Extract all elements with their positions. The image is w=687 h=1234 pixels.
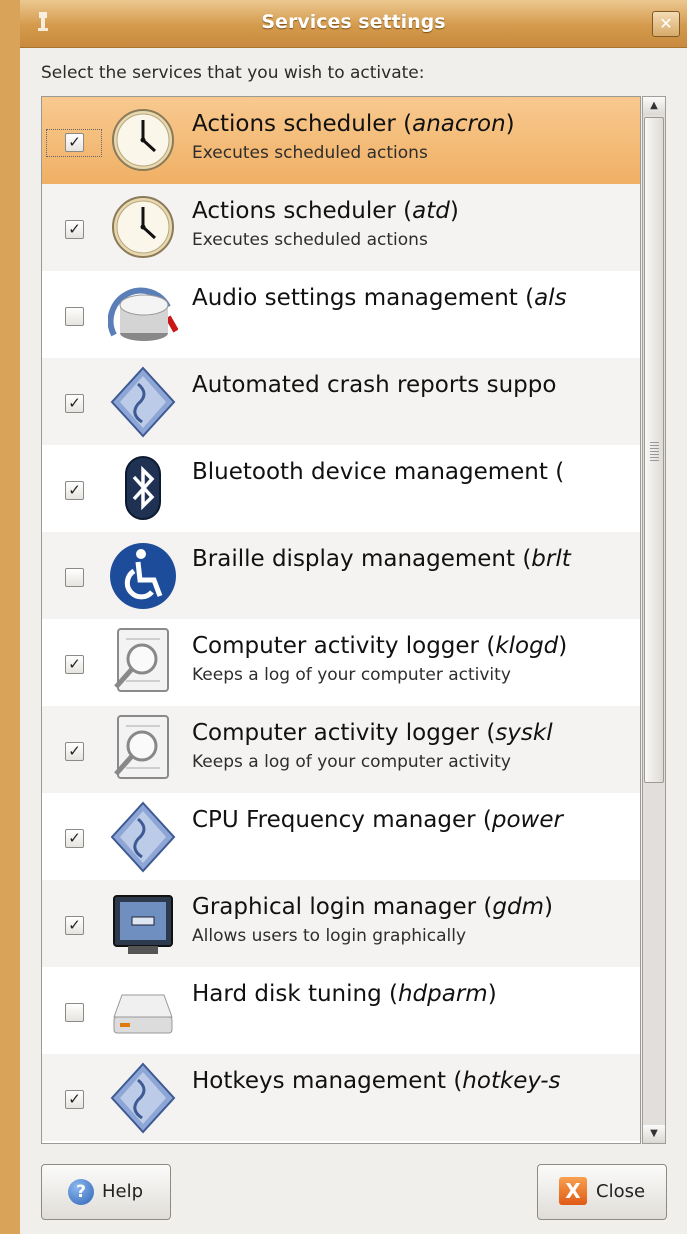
service-title: CPU Frequency manager ( [192, 807, 492, 833]
service-description: Executes scheduled actions [192, 230, 428, 250]
service-title-close: ) [487, 981, 497, 1007]
service-title: Actions scheduler ( [192, 111, 413, 137]
service-name: Computer activity logger (syskl [192, 720, 640, 746]
service-daemon: syskl [495, 720, 553, 746]
service-checkbox[interactable]: ✓ [65, 916, 84, 935]
service-description: Allows users to login graphically [192, 926, 467, 946]
window-title: Services settings [261, 11, 446, 33]
service-row[interactable]: Audio settings management (als [42, 271, 640, 358]
service-description: Keeps a log of your computer activity [192, 665, 511, 685]
scrollbar-thumb[interactable] [644, 117, 664, 783]
hard-disk-icon [108, 973, 178, 1047]
service-row[interactable]: ✓ Computer activity logger (syskl Keeps a … [42, 706, 640, 793]
service-row[interactable]: ✓ Actions scheduler (atd) Executes schedul… [42, 184, 640, 271]
services-settings-window: Services settings ✕ Select the services … [0, 0, 687, 1234]
window-close-button[interactable]: ✕ [652, 11, 680, 37]
service-title: Bluetooth device management ( [192, 459, 565, 485]
vertical-scrollbar[interactable]: ▲ ▼ [642, 96, 666, 1144]
scroll-down-arrow[interactable]: ▼ [643, 1125, 665, 1143]
service-daemon: brlt [531, 546, 571, 572]
service-name: Actions scheduler (atd) [192, 198, 640, 224]
service-name: Computer activity logger (klogd) [192, 633, 640, 659]
service-title: Graphical login manager ( [192, 894, 493, 920]
service-row[interactable]: ✓ Graphical login manager (gdm) Allows use… [42, 880, 640, 967]
service-title: Actions scheduler ( [192, 198, 413, 224]
system-diamond-icon [108, 364, 178, 438]
service-row[interactable]: ✓ Computer activity logger (klogd) Keeps a… [42, 619, 640, 706]
service-name: CPU Frequency manager (power [192, 807, 640, 833]
service-name: Actions scheduler (anacron) [192, 111, 640, 137]
service-row[interactable]: ✓ Actions scheduler (anacron) Executes sch… [42, 97, 640, 184]
close-icon: X [559, 1177, 587, 1205]
service-checkbox[interactable] [65, 1003, 84, 1022]
service-row[interactable]: Hard disk tuning (hdparm) [42, 967, 640, 1054]
service-name: Braille display management (brlt [192, 546, 640, 572]
dialog-body: Select the services that you wish to act… [20, 48, 687, 1234]
service-checkbox[interactable]: ✓ [65, 1090, 84, 1109]
service-name: Hard disk tuning (hdparm) [192, 981, 640, 1007]
service-name: Hotkeys management (hotkey-s [192, 1068, 640, 1094]
service-row[interactable]: ✓ Bluetooth device management ( [42, 445, 640, 532]
log-viewer-icon [108, 712, 178, 786]
titlebar[interactable]: Services settings ✕ [20, 0, 687, 48]
service-row[interactable]: ✓ Automated crash reports suppo [42, 358, 640, 445]
scroll-up-arrow[interactable]: ▲ [643, 97, 665, 115]
service-title: Audio settings management ( [192, 285, 535, 311]
service-daemon: power [491, 807, 563, 833]
help-icon: ? [68, 1179, 94, 1205]
services-list[interactable]: ✓ Actions scheduler (anacron) Executes sch… [41, 96, 641, 1144]
system-diamond-icon [108, 1060, 178, 1134]
scrollbar-grip [650, 442, 659, 462]
service-daemon: klogd [495, 633, 559, 659]
service-checkbox[interactable]: ✓ [65, 394, 84, 413]
service-checkbox[interactable] [65, 307, 84, 326]
service-description: Keeps a log of your computer activity [192, 752, 511, 772]
service-daemon: als [534, 285, 567, 311]
volume-knob-icon [107, 277, 179, 351]
service-row[interactable]: ✓ CPU Frequency manager (power [42, 793, 640, 880]
service-title-close: ) [449, 198, 459, 224]
service-name: Audio settings management (als [192, 285, 640, 311]
service-name: Graphical login manager (gdm) [192, 894, 640, 920]
service-name: Bluetooth device management ( [192, 459, 640, 485]
system-diamond-icon [108, 799, 178, 873]
service-name: Automated crash reports suppo [192, 372, 640, 398]
service-title: Computer activity logger ( [192, 720, 496, 746]
clock-icon [108, 103, 178, 177]
service-title: Automated crash reports suppo [192, 372, 557, 398]
service-row[interactable]: Braille display management (brlt [42, 532, 640, 619]
service-title: Braille display management ( [192, 546, 532, 572]
bluetooth-icon [108, 451, 178, 525]
login-screen-icon [108, 886, 178, 960]
log-viewer-icon [108, 625, 178, 699]
service-checkbox[interactable]: ✓ [65, 133, 84, 152]
service-description: Executes scheduled actions [192, 143, 428, 163]
service-checkbox[interactable]: ✓ [65, 220, 84, 239]
clock-icon [108, 190, 178, 264]
service-checkbox[interactable] [65, 568, 84, 587]
close-button-label: Close [596, 1181, 646, 1202]
service-checkbox[interactable]: ✓ [65, 481, 84, 500]
service-title: Hotkeys management ( [192, 1068, 463, 1094]
service-checkbox[interactable]: ✓ [65, 829, 84, 848]
service-daemon: atd [412, 198, 450, 224]
instruction-label: Select the services that you wish to act… [41, 63, 425, 83]
service-daemon: gdm [492, 894, 544, 920]
accessibility-icon [108, 538, 178, 612]
service-checkbox[interactable]: ✓ [65, 742, 84, 761]
service-daemon: anacron [412, 111, 506, 137]
help-button[interactable]: ? Help [41, 1164, 171, 1220]
service-daemon: hotkey-s [462, 1068, 561, 1094]
service-row[interactable]: ✓ Hotkeys management (hotkey-s [42, 1054, 640, 1141]
service-title: Computer activity logger ( [192, 633, 496, 659]
service-title-close: ) [505, 111, 515, 137]
service-daemon: hdparm [397, 981, 488, 1007]
help-button-label: Help [102, 1181, 144, 1202]
service-checkbox[interactable]: ✓ [65, 655, 84, 674]
close-button[interactable]: X Close [537, 1164, 667, 1220]
service-title-close: ) [558, 633, 568, 659]
service-title: Hard disk tuning ( [192, 981, 398, 1007]
service-title-close: ) [544, 894, 553, 920]
